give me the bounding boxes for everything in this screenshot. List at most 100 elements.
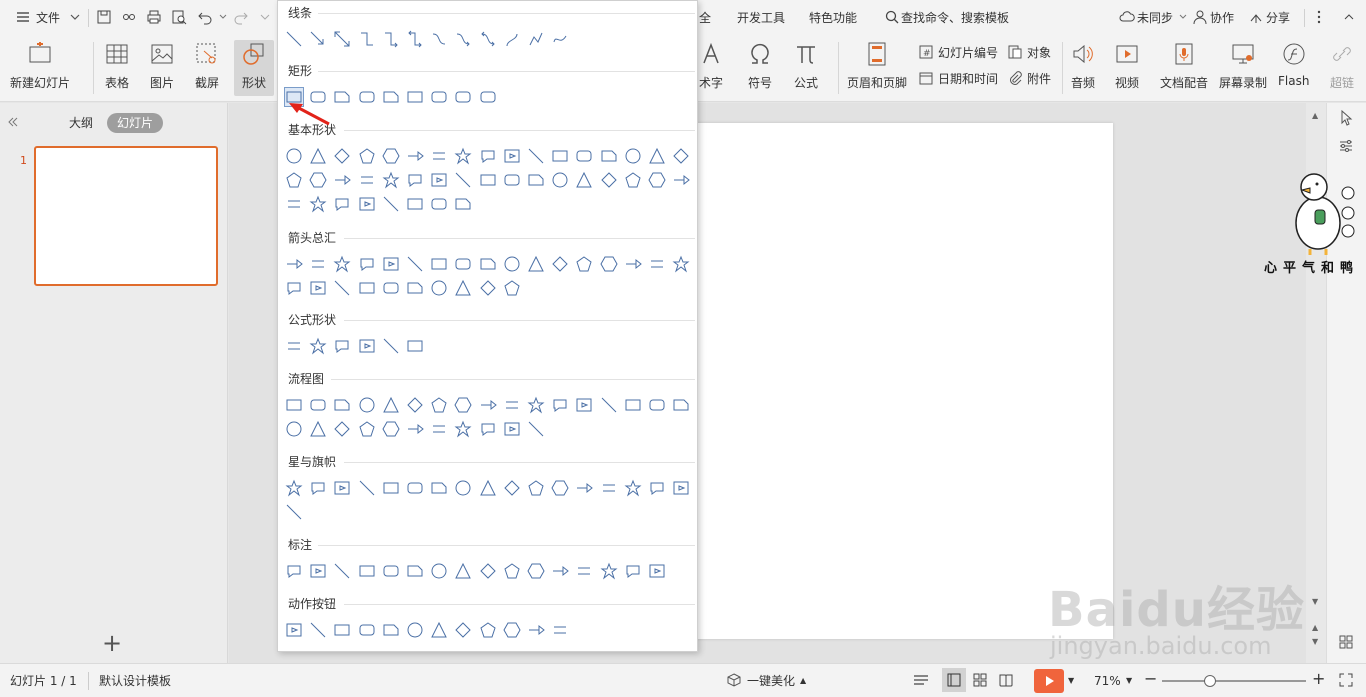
shape-option[interactable] bbox=[599, 254, 619, 274]
shape-option[interactable] bbox=[429, 146, 449, 166]
shape-option[interactable] bbox=[284, 146, 304, 166]
shape-option[interactable] bbox=[357, 620, 377, 640]
shape-option[interactable] bbox=[284, 561, 304, 581]
shape-option[interactable] bbox=[429, 29, 449, 49]
shape-option[interactable] bbox=[550, 478, 570, 498]
shape-option[interactable] bbox=[453, 561, 473, 581]
shape-option[interactable] bbox=[478, 419, 498, 439]
shape-option[interactable] bbox=[647, 478, 667, 498]
shape-option[interactable] bbox=[453, 254, 473, 274]
shape-option[interactable] bbox=[308, 170, 328, 190]
reading-view-icon[interactable] bbox=[998, 672, 1014, 691]
shape-option[interactable] bbox=[357, 561, 377, 581]
shape-option[interactable] bbox=[357, 395, 377, 415]
save-icon[interactable] bbox=[95, 8, 113, 26]
print-icon[interactable] bbox=[145, 8, 163, 26]
chevron-down-icon[interactable] bbox=[66, 8, 84, 26]
shape-option[interactable] bbox=[332, 478, 352, 498]
beautify-button[interactable]: 一键美化 bbox=[747, 673, 795, 689]
shape-option[interactable] bbox=[308, 620, 328, 640]
minimize-ribbon-icon[interactable] bbox=[1340, 8, 1358, 26]
shape-option[interactable] bbox=[478, 170, 498, 190]
notes-icon[interactable] bbox=[912, 673, 930, 692]
shape-option[interactable] bbox=[405, 170, 425, 190]
shape-option[interactable] bbox=[478, 478, 498, 498]
shape-option[interactable] bbox=[357, 254, 377, 274]
chevron-down-icon[interactable] bbox=[1174, 8, 1192, 26]
shape-option[interactable] bbox=[453, 146, 473, 166]
shape-option[interactable] bbox=[429, 561, 449, 581]
shape-option[interactable] bbox=[550, 170, 570, 190]
shape-option[interactable] bbox=[453, 419, 473, 439]
shape-option[interactable] bbox=[308, 146, 328, 166]
screen-record-button[interactable]: 屏幕录制 bbox=[1219, 40, 1267, 96]
shape-option[interactable] bbox=[381, 278, 401, 298]
shape-option[interactable] bbox=[357, 170, 377, 190]
shape-option[interactable] bbox=[550, 620, 570, 640]
shape-option[interactable] bbox=[429, 278, 449, 298]
video-button[interactable]: 视频 bbox=[1113, 40, 1141, 96]
shape-option[interactable] bbox=[502, 29, 522, 49]
shape-option[interactable] bbox=[332, 395, 352, 415]
shape-option[interactable] bbox=[381, 395, 401, 415]
shape-option[interactable] bbox=[623, 561, 643, 581]
header-footer-button[interactable]: 页眉和页脚 bbox=[847, 40, 907, 96]
shape-option[interactable] bbox=[502, 278, 522, 298]
shape-option[interactable] bbox=[308, 278, 328, 298]
shape-option[interactable] bbox=[478, 87, 498, 107]
flash-button[interactable]: Flash bbox=[1278, 40, 1309, 96]
shape-option[interactable] bbox=[308, 395, 328, 415]
shape-option[interactable] bbox=[405, 336, 425, 356]
shape-option[interactable] bbox=[357, 194, 377, 214]
sorter-view-icon[interactable] bbox=[972, 672, 988, 691]
collapse-panel-icon[interactable] bbox=[6, 115, 20, 129]
print-preview-icon[interactable] bbox=[170, 8, 188, 26]
shape-option[interactable] bbox=[453, 170, 473, 190]
shape-option[interactable] bbox=[381, 478, 401, 498]
normal-view-button[interactable] bbox=[942, 668, 966, 692]
shape-option[interactable] bbox=[599, 478, 619, 498]
grid-view-icon[interactable] bbox=[1337, 633, 1355, 654]
shape-option[interactable] bbox=[526, 561, 546, 581]
shape-option[interactable] bbox=[478, 561, 498, 581]
shape-option[interactable] bbox=[381, 170, 401, 190]
scroll-down-icon[interactable]: ▼ bbox=[1312, 597, 1318, 606]
shape-option[interactable] bbox=[332, 278, 352, 298]
shape-option[interactable] bbox=[526, 419, 546, 439]
shape-option[interactable] bbox=[405, 561, 425, 581]
shape-option[interactable] bbox=[308, 336, 328, 356]
new-slide-button[interactable]: 新建幻灯片 bbox=[10, 40, 70, 96]
shape-option[interactable] bbox=[332, 419, 352, 439]
shape-option[interactable] bbox=[671, 146, 691, 166]
tab-slides[interactable]: 幻灯片 bbox=[107, 113, 164, 133]
more-icon[interactable] bbox=[256, 8, 274, 26]
shape-option[interactable] bbox=[381, 336, 401, 356]
tab-security[interactable]: 全 bbox=[699, 8, 711, 28]
shape-option[interactable] bbox=[623, 254, 643, 274]
shape-option[interactable] bbox=[405, 395, 425, 415]
share-link-icon[interactable] bbox=[120, 8, 138, 26]
shape-option[interactable] bbox=[526, 170, 546, 190]
shape-option[interactable] bbox=[502, 419, 522, 439]
redo-icon[interactable] bbox=[232, 8, 250, 26]
shape-option[interactable] bbox=[284, 29, 304, 49]
datetime-button[interactable]: 日期和时间 bbox=[918, 68, 998, 88]
shape-option[interactable] bbox=[381, 561, 401, 581]
shape-option[interactable] bbox=[453, 478, 473, 498]
shape-option[interactable] bbox=[405, 146, 425, 166]
shape-option[interactable] bbox=[574, 395, 594, 415]
shape-option[interactable] bbox=[550, 254, 570, 274]
shape-option[interactable] bbox=[429, 87, 449, 107]
shape-option[interactable] bbox=[381, 29, 401, 49]
shape-option[interactable] bbox=[284, 395, 304, 415]
scroll-up-icon[interactable]: ▲ bbox=[1312, 111, 1318, 120]
table-button[interactable]: 表格 bbox=[103, 40, 131, 96]
shape-option[interactable] bbox=[332, 146, 352, 166]
shape-option[interactable] bbox=[405, 478, 425, 498]
prev-page-icon[interactable]: ▲ bbox=[1312, 623, 1318, 632]
shape-option[interactable] bbox=[502, 395, 522, 415]
tab-outline[interactable]: 大纲 bbox=[59, 113, 103, 133]
caret-up-icon[interactable]: ▲ bbox=[800, 673, 806, 689]
shape-option[interactable] bbox=[478, 620, 498, 640]
shape-option[interactable] bbox=[599, 146, 619, 166]
